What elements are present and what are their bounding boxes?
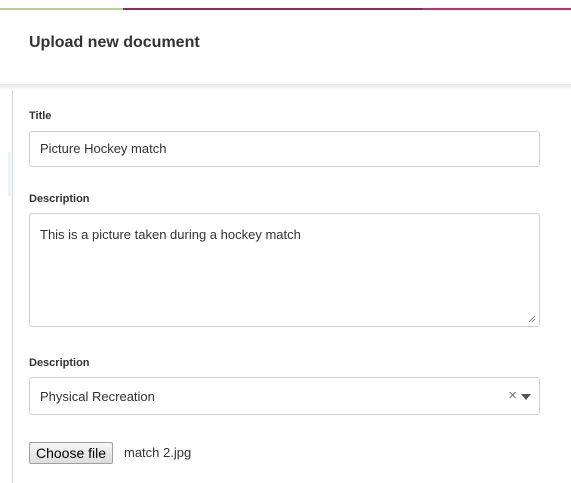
category-select[interactable]: Physical Recreation ×: [29, 377, 540, 415]
description-label: Description: [29, 193, 90, 205]
title-label: Title: [29, 110, 52, 122]
modal-body: Title Picture Hockey match Description T…: [0, 90, 571, 483]
choose-file-button[interactable]: Choose file: [29, 442, 114, 464]
left-rail-highlight: [8, 152, 11, 196]
clear-icon[interactable]: ×: [508, 387, 517, 404]
resize-handle-icon[interactable]: [528, 315, 536, 323]
selected-file-name: match 2.jpg: [124, 445, 192, 460]
top-accent-bar: [0, 0, 571, 10]
category-label: Description: [29, 357, 90, 369]
left-rail: [12, 90, 13, 483]
category-selected-value: Physical Recreation: [40, 389, 155, 404]
description-text: This is a picture taken during a hockey …: [40, 227, 301, 242]
modal-header: Upload new document: [0, 10, 571, 86]
modal-title: Upload new document: [29, 34, 200, 51]
description-textarea[interactable]: This is a picture taken during a hockey …: [29, 213, 540, 327]
title-input[interactable]: Picture Hockey match: [29, 131, 540, 167]
chevron-down-icon[interactable]: [521, 394, 531, 400]
